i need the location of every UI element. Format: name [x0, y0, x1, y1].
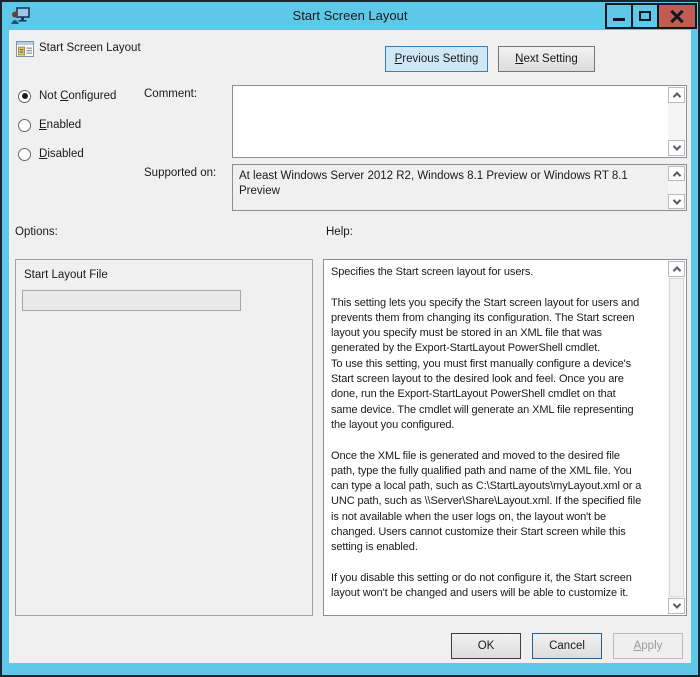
chevron-up-icon: [672, 92, 680, 100]
radio-enabled[interactable]: Enabled: [18, 117, 81, 133]
supported-scrollbar[interactable]: [668, 166, 685, 209]
chevron-down-icon: [672, 142, 680, 150]
supported-on-box: At least Windows Server 2012 R2, Windows…: [232, 164, 687, 211]
radio-circle: [18, 90, 31, 103]
help-panel: Specifies the Start screen layout for us…: [323, 259, 687, 616]
options-label: Options:: [15, 226, 58, 238]
minimize-icon: [613, 18, 625, 21]
scroll-up-button[interactable]: [668, 166, 685, 181]
comment-box: [232, 85, 687, 158]
chevron-up-icon: [672, 266, 680, 274]
help-label: Help:: [326, 226, 353, 238]
setting-name: Start Screen Layout: [39, 42, 141, 54]
titlebar[interactable]: Start Screen Layout: [2, 2, 698, 30]
supported-on-label: Supported on:: [144, 167, 216, 179]
chevron-down-icon: [672, 600, 680, 608]
policy-setting-dialog: Start Screen Layout Start Screen Layout …: [0, 0, 700, 677]
minimize-button[interactable]: [605, 3, 633, 29]
start-layout-file-label: Start Layout File: [24, 269, 108, 281]
maximize-icon: [639, 11, 651, 21]
apply-button: Apply: [613, 633, 683, 659]
scroll-up-button[interactable]: [668, 261, 685, 277]
radio-circle: [18, 119, 31, 132]
comment-label: Comment:: [144, 88, 197, 100]
scroll-down-button[interactable]: [668, 140, 685, 156]
previous-setting-button[interactable]: Previous Setting: [385, 46, 488, 72]
dialog-content: Start Screen Layout Previous Setting Nex…: [9, 30, 691, 663]
radio-label: Disabled: [39, 148, 84, 160]
scroll-down-button[interactable]: [668, 598, 685, 614]
supported-on-value: At least Windows Server 2012 R2, Windows…: [239, 169, 664, 199]
next-setting-button[interactable]: Next Setting: [498, 46, 595, 72]
policy-setting-icon: [16, 41, 34, 57]
chevron-down-icon: [672, 196, 680, 204]
radio-circle: [18, 148, 31, 161]
scroll-down-button[interactable]: [668, 194, 685, 209]
scroll-up-button[interactable]: [668, 87, 685, 103]
start-layout-file-input: [22, 290, 241, 311]
radio-disabled[interactable]: Disabled: [18, 146, 84, 162]
caption-buttons: [605, 3, 697, 29]
comment-scrollbar[interactable]: [668, 87, 685, 156]
comment-input[interactable]: [234, 87, 668, 156]
close-icon: [670, 9, 684, 23]
close-button[interactable]: [657, 3, 697, 29]
ok-button[interactable]: OK: [451, 633, 521, 659]
window-title: Start Screen Layout: [2, 8, 698, 23]
scrollbar-thumb[interactable]: [669, 278, 684, 597]
chevron-up-icon: [672, 171, 680, 179]
options-panel: Start Layout File: [15, 259, 313, 616]
radio-not-configured[interactable]: Not Configured: [18, 88, 116, 104]
radio-label: Enabled: [39, 119, 81, 131]
cancel-button[interactable]: Cancel: [532, 633, 602, 659]
radio-label: Not Configured: [39, 90, 116, 102]
maximize-button[interactable]: [631, 3, 659, 29]
help-scrollbar[interactable]: [668, 261, 685, 614]
help-text: Specifies the Start screen layout for us…: [331, 265, 667, 602]
